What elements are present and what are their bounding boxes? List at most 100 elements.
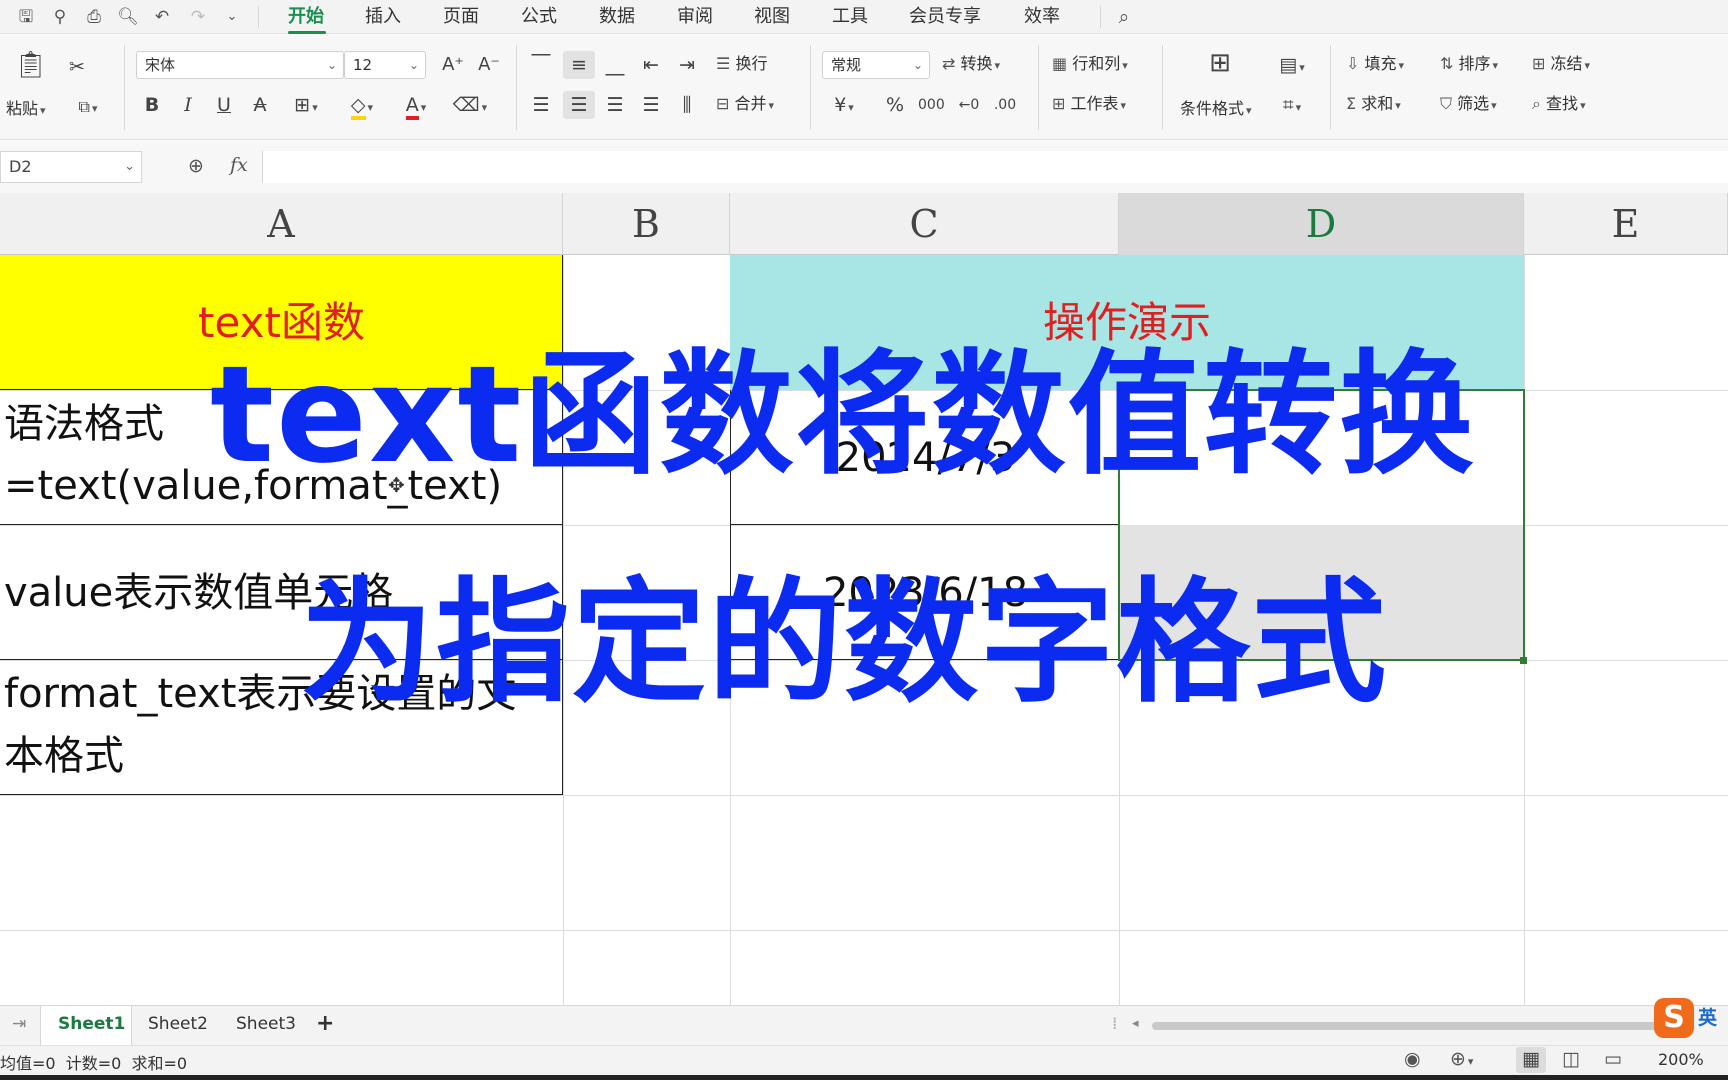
align-middle-icon: ≡ bbox=[571, 54, 587, 76]
add-sheet-button[interactable]: + bbox=[316, 1012, 334, 1036]
worksheet-label: 工作表 bbox=[1070, 94, 1119, 113]
overlay-caption-line2: 为指定的数字格式 bbox=[300, 565, 1389, 721]
menu-home[interactable]: 开始 bbox=[288, 5, 324, 29]
font-color-icon[interactable]: A ▾ bbox=[396, 93, 436, 120]
column-header-c[interactable]: C bbox=[730, 193, 1119, 255]
sort-button[interactable]: ⇅ 排序 ▾ bbox=[1440, 53, 1498, 77]
wrap-text-button[interactable]: ☰ 换行 bbox=[716, 53, 767, 75]
fill-button[interactable]: ⇩ 填充 ▾ bbox=[1346, 53, 1404, 77]
paste-button[interactable]: 粘贴 ▾ bbox=[6, 98, 46, 122]
thousands-icon[interactable]: 000 bbox=[918, 93, 945, 117]
align-right-icon[interactable]: ☰ bbox=[602, 93, 628, 117]
bold-icon[interactable]: B bbox=[140, 93, 164, 117]
freeze-button[interactable]: ⊞ 冻结 ▾ bbox=[1532, 53, 1590, 77]
tab-sheet2[interactable]: Sheet2 bbox=[148, 1012, 208, 1036]
locate-icon[interactable]: ⊕ ▾ bbox=[1450, 1048, 1473, 1070]
currency-icon[interactable]: ¥ ▾ bbox=[826, 93, 862, 120]
clear-format-icon[interactable]: ⌫ ▾ bbox=[450, 93, 490, 120]
overlay-caption-line1: text函数将数值转换 bbox=[210, 337, 1476, 493]
merge-button[interactable]: ⊟ 合并 ▾ bbox=[716, 93, 774, 117]
print-preview-icon[interactable]: 🔍︎ bbox=[116, 5, 140, 29]
scroll-divider: ⁞ bbox=[1112, 1014, 1118, 1034]
align-left-icon[interactable]: ☰ bbox=[528, 93, 554, 117]
paste-icon[interactable]: 📋︎ bbox=[14, 52, 47, 78]
divider bbox=[1330, 45, 1331, 130]
link-icon[interactable]: ⚲ bbox=[48, 5, 72, 29]
search-icon[interactable]: ⌕ bbox=[1112, 5, 1136, 29]
scroll-left-icon[interactable]: ◂ bbox=[1132, 1012, 1139, 1036]
find-button[interactable]: ⌕ 查找 ▾ bbox=[1532, 93, 1586, 117]
border-icon[interactable]: ⊞ ▾ bbox=[286, 93, 326, 120]
zoom-formula-icon[interactable]: ⊕ bbox=[188, 155, 204, 177]
cell-style-icon[interactable]: ▤ ▾ bbox=[1272, 53, 1312, 80]
font-name-value: 宋体 bbox=[145, 56, 176, 74]
menu-efficiency[interactable]: 效率 bbox=[1024, 5, 1060, 29]
fill-handle[interactable] bbox=[1520, 657, 1527, 664]
strikethrough-icon[interactable]: A bbox=[248, 93, 272, 117]
print-icon[interactable]: ⎙ bbox=[82, 5, 106, 29]
save-icon[interactable]: 🖫 bbox=[14, 5, 38, 29]
formula-input[interactable] bbox=[262, 151, 1728, 183]
zoom-level[interactable]: 200% bbox=[1658, 1050, 1704, 1069]
menu-review[interactable]: 审阅 bbox=[677, 5, 713, 29]
menu-page[interactable]: 页面 bbox=[443, 5, 479, 29]
grid-line bbox=[0, 795, 1728, 796]
column-header-d[interactable]: D bbox=[1119, 193, 1524, 255]
worksheet-button[interactable]: ⊞ 工作表 ▾ bbox=[1052, 93, 1126, 117]
status-bar: 均值=0 计数=0 求和=0 ◉ ⊕ ▾ ▦ ◫ ▭ 200% bbox=[0, 1045, 1728, 1075]
page-break-icon[interactable]: ▭ bbox=[1604, 1048, 1622, 1070]
font-name-select[interactable]: 宋体 ⌄ bbox=[136, 51, 344, 79]
formula-bar: D2 ⌄ ⊕ fx bbox=[0, 141, 1728, 193]
font-size-select[interactable]: 12 ⌄ bbox=[344, 51, 426, 79]
decrease-decimal-icon[interactable]: .00 bbox=[990, 93, 1020, 117]
cut-icon[interactable]: ✂ bbox=[64, 55, 90, 79]
menu-insert[interactable]: 插入 bbox=[365, 5, 401, 29]
redo-icon[interactable]: ↷ bbox=[186, 5, 210, 29]
menu-formula[interactable]: 公式 bbox=[521, 5, 557, 29]
conditional-format-icon[interactable]: ⊞ bbox=[1204, 50, 1236, 76]
column-header-b[interactable]: B bbox=[563, 193, 730, 255]
filter-button[interactable]: ⛉ 筛选 ▾ bbox=[1440, 93, 1497, 117]
menu-bar: 🖫 ⚲ ⎙ 🔍︎ ↶ ↷ ⌄ 开始 插入 页面 公式 数据 审阅 视图 工具 会… bbox=[0, 0, 1728, 34]
number-format-select[interactable]: 常规 ⌄ bbox=[822, 51, 930, 79]
chevron-down-icon[interactable]: ⌄ bbox=[220, 5, 244, 29]
justify-icon[interactable]: ☰ bbox=[638, 93, 664, 117]
menu-view[interactable]: 视图 bbox=[754, 5, 790, 29]
eye-icon[interactable]: ◉ bbox=[1404, 1048, 1421, 1070]
underline-icon[interactable]: U bbox=[212, 93, 236, 117]
percent-icon[interactable]: % bbox=[882, 93, 908, 117]
conditional-format-button[interactable]: 条件格式 ▾ bbox=[1180, 98, 1252, 122]
tab-sheet1[interactable]: Sheet1 bbox=[58, 1012, 125, 1036]
column-header-e[interactable]: E bbox=[1524, 193, 1728, 255]
undo-icon[interactable]: ↶ bbox=[150, 5, 174, 29]
increase-indent-icon[interactable]: ⇥ bbox=[674, 53, 700, 77]
format-painter-icon[interactable]: ⧉ ▾ bbox=[68, 95, 108, 121]
ime-mode-label: 英 bbox=[1698, 1007, 1718, 1029]
column-header-a[interactable]: A bbox=[0, 193, 563, 255]
last-sheet-icon[interactable]: ⇥ bbox=[12, 1012, 26, 1036]
fx-icon[interactable]: fx bbox=[230, 154, 248, 176]
ime-logo[interactable]: S 英 bbox=[1654, 998, 1717, 1046]
convert-button[interactable]: ⇄ 转换 ▾ bbox=[942, 53, 1000, 77]
menu-member[interactable]: 会员专享 bbox=[909, 5, 981, 29]
menu-tools[interactable]: 工具 bbox=[832, 5, 868, 29]
decrease-font-icon[interactable]: A⁻ bbox=[476, 53, 502, 77]
horizontal-scrollbar[interactable] bbox=[1152, 1022, 1672, 1030]
sum-button[interactable]: Σ 求和 ▾ bbox=[1346, 93, 1401, 117]
align-top-icon[interactable]: ⎺ bbox=[528, 51, 554, 75]
decrease-indent-icon[interactable]: ⇤ bbox=[638, 53, 664, 77]
distributed-icon[interactable]: ⫼ bbox=[674, 93, 700, 117]
increase-decimal-icon[interactable]: ←0 bbox=[954, 93, 984, 117]
fill-color-icon[interactable]: ◇ ▾ bbox=[342, 93, 382, 120]
rows-columns-button[interactable]: ▦ 行和列 ▾ bbox=[1052, 53, 1128, 77]
page-layout-icon[interactable]: ◫ bbox=[1562, 1048, 1580, 1070]
grid-line bbox=[0, 930, 1728, 931]
tab-sheet3[interactable]: Sheet3 bbox=[236, 1012, 296, 1036]
table-style-icon[interactable]: ⌗ ▾ bbox=[1272, 93, 1312, 120]
menu-data[interactable]: 数据 bbox=[599, 5, 635, 29]
align-bottom-icon[interactable]: ⎽ bbox=[602, 53, 628, 77]
name-box[interactable]: D2 ⌄ bbox=[0, 151, 142, 183]
divider bbox=[516, 45, 517, 130]
italic-icon[interactable]: I bbox=[176, 93, 200, 117]
increase-font-icon[interactable]: A⁺ bbox=[440, 53, 466, 77]
